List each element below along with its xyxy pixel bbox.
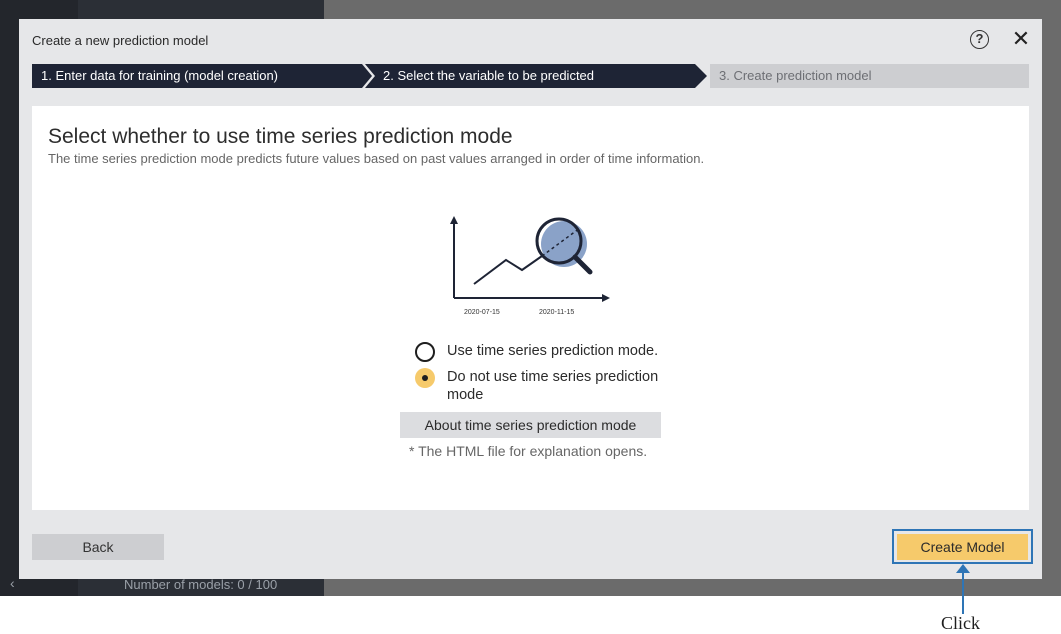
model-count: Number of models: 0 / 100: [124, 577, 278, 592]
option-label: Do not use time series prediction mode: [447, 369, 659, 403]
create-model-button[interactable]: Create Model: [897, 534, 1028, 560]
about-time-series-button[interactable]: About time series prediction mode: [400, 412, 661, 438]
step-1: 1. Enter data for training (model creati…: [32, 64, 372, 88]
chevron-left-icon[interactable]: ‹: [10, 575, 15, 591]
magnifier-handle: [572, 254, 593, 275]
series-line: [473, 255, 543, 285]
step-2: 2. Select the variable to be predicted: [365, 64, 707, 88]
create-model-dialog: Create a new prediction model ? ✕ 1. Ent…: [19, 19, 1042, 579]
help-icon[interactable]: ?: [970, 30, 989, 49]
callout-line: [962, 566, 964, 614]
close-icon[interactable]: ✕: [1011, 27, 1031, 51]
x-axis-arrow: [602, 294, 610, 302]
dialog-title: Create a new prediction model: [32, 33, 209, 48]
page-title: Select whether to use time series predic…: [48, 125, 513, 148]
option-use-time-series[interactable]: Use time series prediction mode.: [415, 342, 665, 362]
y-axis-arrow: [450, 216, 458, 224]
radio-do-not-use-time-series[interactable]: [415, 368, 435, 388]
stepper: 1. Enter data for training (model creati…: [32, 64, 1029, 88]
date-label-right: 2020-11-15: [539, 309, 574, 316]
option-label: Use time series prediction mode.: [447, 343, 659, 359]
content-panel: Select whether to use time series predic…: [32, 106, 1029, 510]
page-description: The time series prediction mode predicts…: [48, 151, 705, 166]
time-series-illustration: 2020-07-15 2020-11-15: [450, 216, 610, 316]
option-do-not-use-time-series[interactable]: Do not use time series prediction mode: [415, 368, 665, 404]
back-button[interactable]: Back: [32, 534, 164, 560]
date-label-left: 2020-07-15: [464, 309, 500, 316]
radio-use-time-series[interactable]: [415, 342, 435, 362]
explanation-note: * The HTML file for explanation opens.: [409, 443, 648, 459]
step-3: 3. Create prediction model: [710, 64, 1029, 88]
callout-label: Click: [941, 613, 980, 633]
screenshot: ‹ Number of models: 0 / 100 Create a new…: [0, 0, 1061, 634]
